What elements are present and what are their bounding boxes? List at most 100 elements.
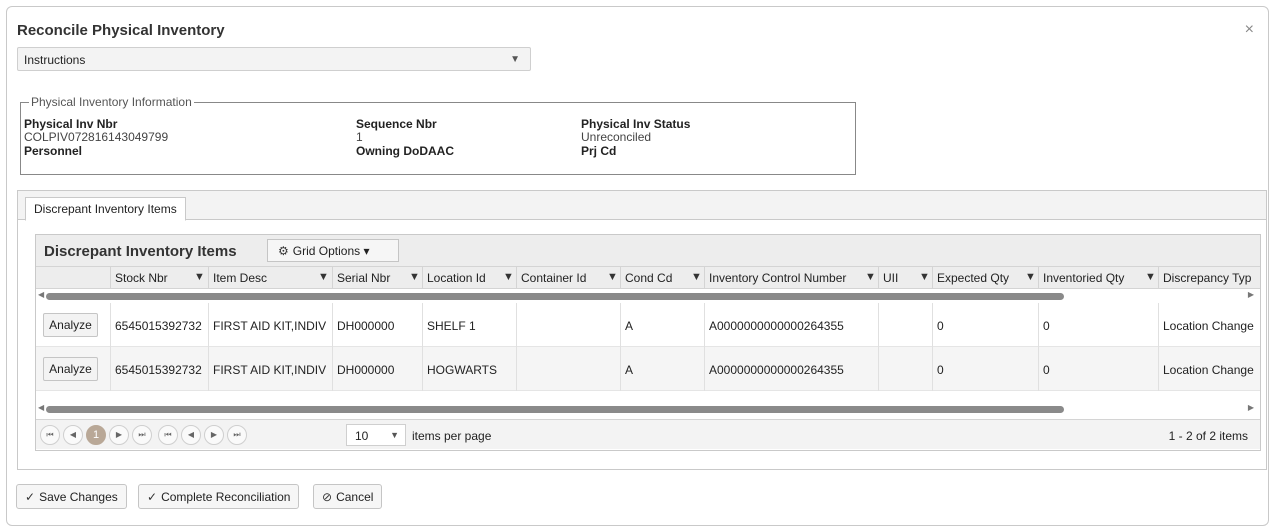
table-row: Analyze 6545015392732 FIRST AID KIT,INDI… [36,303,1260,347]
current-page-button[interactable]: 1 [86,425,106,445]
owning-dodaac-label: Owning DoDAAC [356,144,454,158]
inventoried-qty-cell: 0 [1038,347,1158,391]
gear-icon: ⚙ [278,244,289,258]
cancel-label: Cancel [336,490,374,504]
page-size-value: 10 [355,429,369,443]
container-id-cell [516,303,620,347]
filter-icon[interactable]: ▼ [607,271,618,283]
filter-icon[interactable]: ▼ [318,271,329,283]
filter-icon[interactable]: ▼ [194,271,205,283]
tab-panel: Discrepant Inventory Items Discrepant In… [17,190,1267,470]
tab-discrepant-inventory-items[interactable]: Discrepant Inventory Items [25,197,186,221]
column-header-action [36,267,110,289]
first-page-icon[interactable]: ⏮ [40,425,60,445]
complete-reconciliation-label: Complete Reconciliation [161,490,291,504]
column-headers: Stock Nbr ▼ Item Desc ▼ Serial Nbr ▼ Loc… [36,267,1260,289]
grid-options-button[interactable]: ⚙ Grid Options ▾ [267,239,399,262]
discrepancy-type-cell: Location Change [1158,303,1260,347]
dialog-title: Reconcile Physical Inventory [17,22,225,39]
expected-qty-cell: 0 [932,303,1038,347]
prj-cd-label: Prj Cd [581,144,617,158]
horizontal-scrollbar[interactable]: ◀ ▶ [36,403,1260,414]
filter-icon[interactable]: ▼ [691,271,702,283]
complete-reconciliation-button[interactable]: ✓ Complete Reconciliation [138,484,300,509]
cancel-button[interactable]: ⊘ Cancel [313,484,383,509]
pager-info: 1 - 2 of 2 items [1168,429,1248,443]
filter-icon[interactable]: ▼ [1025,271,1036,283]
container-id-cell [516,347,620,391]
icn-cell: A0000000000000264355 [704,347,878,391]
filter-icon[interactable]: ▼ [919,271,930,283]
page-size-select[interactable]: 10 ▼ [346,424,406,446]
location-id-cell: HOGWARTS [422,347,516,391]
filter-icon[interactable]: ▼ [409,271,420,283]
column-header-inventoried-qty[interactable]: Inventoried Qty [1038,267,1158,289]
last-page-icon[interactable]: ⏭ [132,425,152,445]
serial-nbr-cell: DH000000 [332,347,422,391]
grid-header: Discrepant Inventory Items ⚙ Grid Options… [36,235,1260,267]
cond-cd-cell: A [620,303,704,347]
scroll-thumb[interactable] [46,293,1064,300]
caret-down-icon: ▼ [510,54,520,65]
filter-icon[interactable]: ▼ [503,271,514,283]
next-page-icon[interactable]: ▶ [204,425,224,445]
checkmark-icon: ✓ [147,490,158,504]
serial-nbr-cell: DH000000 [332,303,422,347]
column-header-discrepancy-type[interactable]: Discrepancy Typ [1158,267,1260,289]
sequence-nbr-value: 1 [356,130,363,144]
scroll-thumb[interactable] [46,406,1064,413]
table-row: Analyze 6545015392732 FIRST AID KIT,INDI… [36,347,1260,391]
save-changes-button[interactable]: ✓ Save Changes [16,484,127,509]
grid-title: Discrepant Inventory Items [44,243,237,260]
column-header-expected-qty[interactable]: Expected Qty [932,267,1038,289]
uii-cell [878,347,932,391]
physical-inv-status-value: Unreconciled [581,130,652,144]
caret-down-icon: ▼ [390,430,399,440]
stock-nbr-cell: 6545015392732 [110,303,208,347]
discrepancy-type-cell: Location Change [1158,347,1260,391]
instructions-label: Instructions [24,53,86,67]
cond-cd-cell: A [620,347,704,391]
expected-qty-cell: 0 [932,347,1038,391]
last-page-icon[interactable]: ⏭ [227,425,247,445]
inventoried-qty-cell: 0 [1038,303,1158,347]
prev-page-icon[interactable]: ◀ [63,425,83,445]
filter-icon[interactable]: ▼ [865,271,876,283]
instructions-dropdown[interactable]: Instructions ▼ [17,47,531,71]
pager: ⏮ ◀ 1 ▶ ⏭ ⏮ ◀ ▶ ⏭ 10 ▼ items per page 1 … [36,419,1260,449]
item-desc-cell: FIRST AID KIT,INDIV [208,347,332,391]
sequence-nbr-label: Sequence Nbr [356,117,437,131]
info-legend: Physical Inventory Information [31,95,192,109]
next-page-icon[interactable]: ▶ [109,425,129,445]
items-per-page-label: items per page [412,429,492,443]
column-header-location-id[interactable]: Location Id [422,267,516,289]
cancel-icon: ⊘ [322,490,333,504]
location-id-cell: SHELF 1 [422,303,516,347]
stock-nbr-cell: 6545015392732 [110,347,208,391]
discrepant-items-grid: Discrepant Inventory Items ⚙ Grid Options… [35,234,1261,451]
checkmark-icon: ✓ [25,490,36,504]
tab-strip: Discrepant Inventory Items [18,191,1266,221]
filter-icon[interactable]: ▼ [1145,271,1156,283]
physical-inventory-info: Physical Inventory Information Physical … [20,95,856,175]
column-header-item-desc[interactable]: Item Desc [208,267,332,289]
column-header-inventory-control-number[interactable]: Inventory Control Number [704,267,878,289]
grid-options-label: Grid Options ▾ [292,244,370,258]
close-icon[interactable]: × [1245,21,1254,39]
prev-page-icon[interactable]: ◀ [181,425,201,445]
save-changes-label: Save Changes [39,490,118,504]
item-desc-cell: FIRST AID KIT,INDIV [208,303,332,347]
analyze-button[interactable]: Analyze [43,313,98,337]
scroll-right-icon[interactable]: ▶ [1248,403,1254,412]
first-page-icon[interactable]: ⏮ [158,425,178,445]
scroll-left-icon[interactable]: ◀ [38,403,44,412]
column-header-container-id[interactable]: Container Id [516,267,620,289]
scroll-left-icon[interactable]: ◀ [38,290,44,299]
horizontal-scrollbar[interactable]: ◀ ▶ [36,290,1260,301]
uii-cell [878,303,932,347]
personnel-label: Personnel [24,144,83,158]
reconcile-dialog: Reconcile Physical Inventory × Instructi… [6,6,1269,526]
scroll-right-icon[interactable]: ▶ [1248,290,1254,299]
physical-inv-nbr-value: COLPIV072816143049799 [24,130,169,144]
analyze-button[interactable]: Analyze [43,357,98,381]
